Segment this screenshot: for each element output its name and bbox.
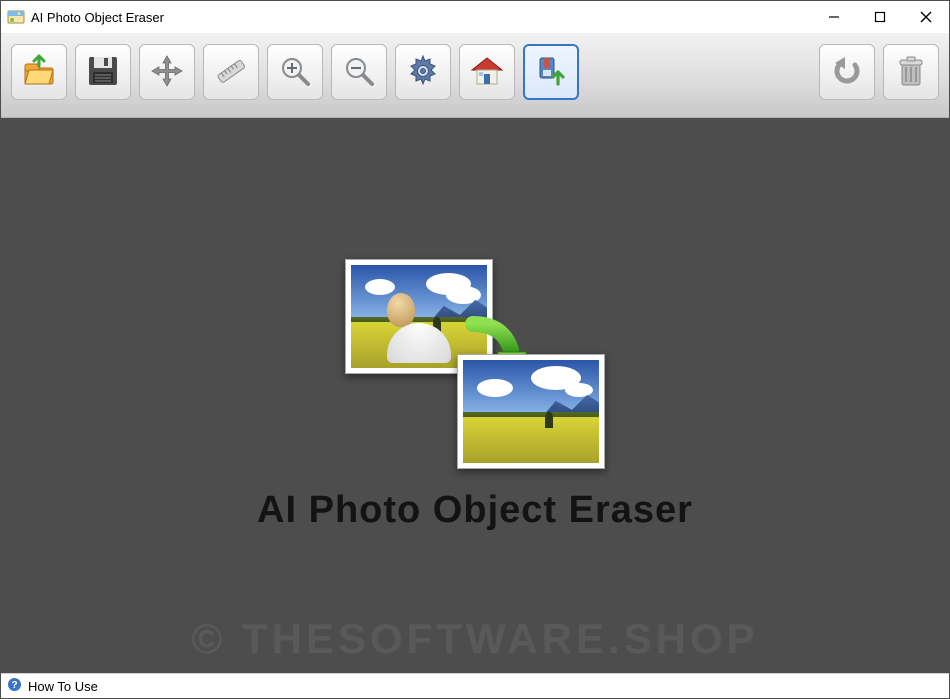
main-canvas: AI Photo Object Eraser © THESOFTWARE.SHO… — [1, 118, 949, 673]
ruler-icon — [213, 53, 249, 92]
toolbar — [1, 33, 949, 118]
before-after-illustration — [345, 259, 605, 469]
statusbar: ? How To Use — [1, 673, 949, 698]
window-controls — [811, 1, 949, 33]
undo-button[interactable] — [819, 44, 875, 100]
help-icon: ? — [7, 677, 22, 695]
trash-icon — [893, 53, 929, 92]
title-left: AI Photo Object Eraser — [7, 8, 164, 26]
delete-button[interactable] — [883, 44, 939, 100]
zoom-out-button[interactable] — [331, 44, 387, 100]
enhance-icon — [532, 52, 570, 93]
zoom-out-icon — [341, 53, 377, 92]
measure-button[interactable] — [203, 44, 259, 100]
floppy-icon — [85, 53, 121, 92]
svg-text:?: ? — [11, 680, 17, 691]
minimize-button[interactable] — [811, 1, 857, 33]
settings-button[interactable] — [395, 44, 451, 100]
gear-icon — [404, 52, 442, 93]
zoom-in-button[interactable] — [267, 44, 323, 100]
person-silhouette — [387, 293, 451, 363]
home-icon — [468, 52, 506, 93]
app-icon — [7, 8, 25, 26]
move-button[interactable] — [139, 44, 195, 100]
save-button[interactable] — [75, 44, 131, 100]
home-button[interactable] — [459, 44, 515, 100]
zoom-in-icon — [277, 53, 313, 92]
center-illustration: AI Photo Object Eraser — [257, 259, 693, 532]
open-icon — [20, 52, 58, 93]
enhance-button[interactable] — [523, 44, 579, 100]
app-window: AI Photo Object Eraser — [0, 0, 950, 699]
undo-icon — [829, 53, 865, 92]
titlebar: AI Photo Object Eraser — [1, 1, 949, 33]
app-headline: AI Photo Object Eraser — [257, 489, 693, 532]
move-icon — [149, 53, 185, 92]
watermark-text: © THESOFTWARE.SHOP — [1, 615, 949, 663]
window-title: AI Photo Object Eraser — [31, 10, 164, 25]
maximize-button[interactable] — [857, 1, 903, 33]
how-to-use-link[interactable]: How To Use — [28, 679, 98, 694]
close-button[interactable] — [903, 1, 949, 33]
open-button[interactable] — [11, 44, 67, 100]
photo-after — [457, 354, 605, 469]
